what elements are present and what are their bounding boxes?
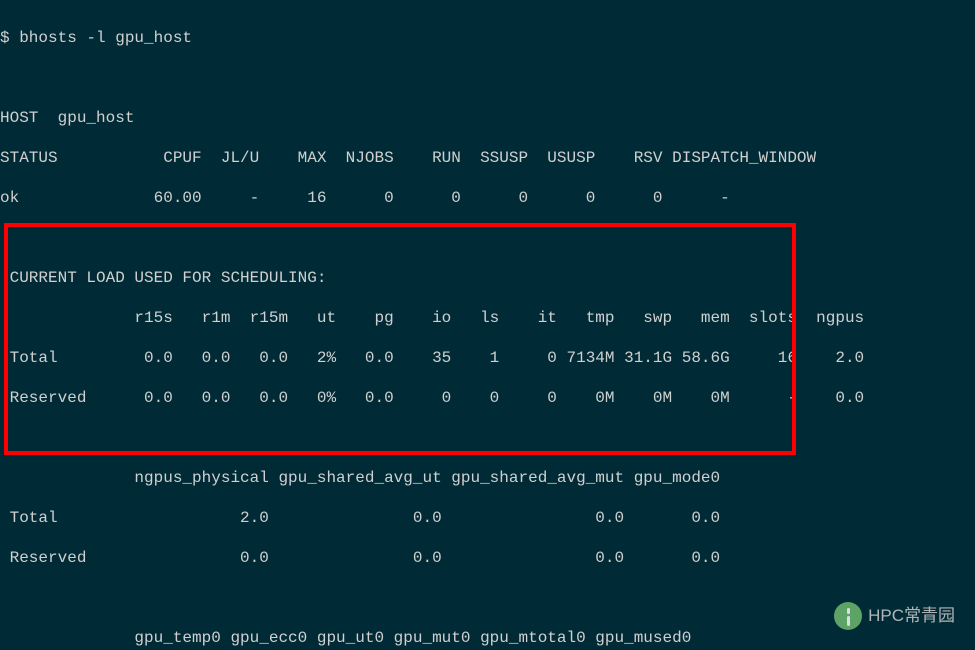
- host-line: HOST gpu_host: [0, 108, 975, 128]
- blank-line: [0, 588, 975, 608]
- load-block3-header: gpu_temp0 gpu_ecc0 gpu_ut0 gpu_mut0 gpu_…: [0, 628, 975, 648]
- blank-line: [0, 428, 975, 448]
- wechat-icon: [834, 602, 862, 630]
- terminal-output: $ bhosts -l gpu_host HOST gpu_host STATU…: [0, 0, 975, 650]
- blank-line: [0, 68, 975, 88]
- blank-line: [0, 228, 975, 248]
- load-block2-header: ngpus_physical gpu_shared_avg_ut gpu_sha…: [0, 468, 975, 488]
- command-text: bhosts -l gpu_host: [19, 29, 192, 47]
- prompt-line[interactable]: $ bhosts -l gpu_host: [0, 28, 975, 48]
- status-row: ok 60.00 - 16 0 0 0 0 0 -: [0, 188, 975, 208]
- load-block2-reserved: Reserved 0.0 0.0 0.0 0.0: [0, 548, 975, 568]
- load-block1-header: r15s r1m r15m ut pg io ls it tmp swp mem…: [0, 308, 975, 328]
- load-block1-reserved: Reserved 0.0 0.0 0.0 0% 0.0 0 0 0 0M 0M …: [0, 388, 975, 408]
- status-header: STATUS CPUF JL/U MAX NJOBS RUN SSUSP USU…: [0, 148, 975, 168]
- load-block1-total: Total 0.0 0.0 0.0 2% 0.0 35 1 0 7134M 31…: [0, 348, 975, 368]
- shell-prompt: $: [0, 29, 19, 47]
- watermark-text: HPC常青园: [868, 606, 955, 626]
- load-block2-total: Total 2.0 0.0 0.0 0.0: [0, 508, 975, 528]
- watermark: HPC常青园: [834, 602, 955, 630]
- current-load-title: CURRENT LOAD USED FOR SCHEDULING:: [0, 268, 975, 288]
